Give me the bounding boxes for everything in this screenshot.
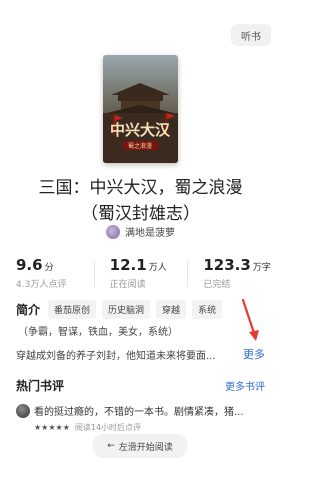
stat-words-sub: 已完结 [203,280,231,290]
annotation-arrow-icon [241,298,259,341]
stat-score-value: 9.6 [16,256,43,274]
stat-words-unit: 万字 [252,263,271,273]
cover-subtitle-text: 蜀之浪漫 [128,142,152,150]
author-avatar [106,224,120,239]
review-meta-text: 阅读14小时后点评 [74,423,142,432]
tag-system[interactable]: 系统 [192,299,223,319]
reviewer-avatar [16,404,30,418]
stat-words-value: 123.3 [203,256,251,274]
author-name: 满地是菠萝 [125,228,175,239]
intro-more-button[interactable]: 更多 [243,346,265,362]
stat-readers-unit: 万人 [148,263,167,273]
book-title: 三国：中兴大汉，蜀之浪漫 （蜀汉封雄志） [0,175,281,227]
rating-stars-icon: ★★★★★ [34,423,70,432]
book-title-line1: 三国：中兴大汉，蜀之浪漫 [38,178,243,198]
back-arrow-icon [10,28,30,48]
tag-time-travel[interactable]: 穿越 [156,299,187,319]
swipe-start-reading-button[interactable]: ← 左滑开始阅读 [92,434,188,458]
swipe-label: 左滑开始阅读 [118,442,173,453]
book-cover-art: 中兴大汉 蜀之浪漫 [103,55,178,163]
stat-words: 123.3 万字 已完结 [187,255,281,295]
stat-score-unit: 分 [44,263,54,273]
back-button[interactable] [10,28,30,48]
stats-row: 9.6 分 4.3万人点评 12.1 万人 正在阅读 123.3 万字 已完结 [0,255,281,295]
author-row[interactable]: 满地是菠萝 [0,224,281,239]
more-reviews-button[interactable]: 更多书评 [225,378,265,393]
intro-text[interactable]: 穿越成刘备的养子刘封，他知道未来将要面... [16,347,241,362]
listen-button-label: 听书 [241,31,261,43]
book-cover[interactable]: 中兴大汉 蜀之浪漫 [103,55,178,163]
stat-readers-value: 12.1 [109,256,147,274]
tag-original[interactable]: 番茄原创 [48,299,97,319]
intro-label: 简介 [16,302,41,317]
listen-button[interactable]: 听书 [231,24,271,46]
hot-reviews-title: 热门书评 [16,379,65,393]
stat-score-sub: 4.3万人点评 [16,280,67,290]
tag-history[interactable]: 历史脑洞 [102,299,151,319]
stat-readers-sub: 正在阅读 [109,280,146,290]
left-arrow-icon: ← [107,441,115,451]
review-meta: ★★★★★ 阅读14小时后点评 [34,422,141,433]
cover-title-text: 中兴大汉 [110,121,171,139]
intro-keywords: （争霸，智谋，铁血，美女，系统） [18,327,178,338]
stat-readers: 12.1 万人 正在阅读 [93,255,188,295]
review-text: 看的挺过瘾的，不错的一本书。剧情紧凑，猪... [34,407,244,418]
stat-score[interactable]: 9.6 分 4.3万人点评 [0,255,94,295]
